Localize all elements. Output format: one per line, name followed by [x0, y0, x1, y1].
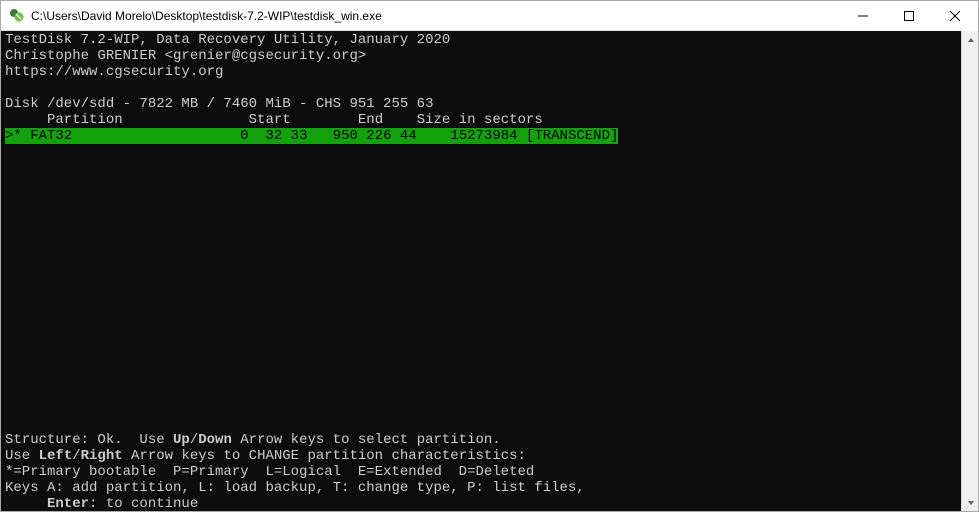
console-wrap: TestDisk 7.2-WIP, Data Recovery Utility,… [1, 31, 978, 511]
close-button[interactable] [932, 1, 978, 31]
footer-line: Use Left/Right Arrow keys to CHANGE part… [5, 448, 526, 464]
maximize-button[interactable] [886, 1, 932, 31]
footer-line: Structure: Ok. Use Up/Down Arrow keys to… [5, 432, 501, 448]
window-title: C:\Users\David Morelo\Desktop\testdisk-7… [31, 9, 840, 23]
header-line: Christophe GRENIER <grenier@cgsecurity.o… [5, 48, 366, 64]
header-line: https://www.cgsecurity.org [5, 64, 223, 80]
header-line: TestDisk 7.2-WIP, Data Recovery Utility,… [5, 32, 450, 48]
window-titlebar: C:\Users\David Morelo\Desktop\testdisk-7… [1, 1, 978, 31]
vertical-scrollbar[interactable] [961, 31, 978, 511]
console-output[interactable]: TestDisk 7.2-WIP, Data Recovery Utility,… [1, 31, 961, 511]
minimize-button[interactable] [840, 1, 886, 31]
footer-line: Enter: to continue [5, 496, 198, 511]
scroll-down-icon[interactable] [962, 494, 979, 511]
app-icon [9, 8, 25, 24]
scroll-up-icon[interactable] [962, 31, 979, 48]
table-header: Partition Start End Size in sectors [5, 112, 543, 128]
footer-line: *=Primary bootable P=Primary L=Logical E… [5, 464, 534, 480]
footer-line: Keys A: add partition, L: load backup, T… [5, 480, 585, 496]
window-controls [840, 1, 978, 30]
disk-line: Disk /dev/sdd - 7822 MB / 7460 MiB - CHS… [5, 96, 433, 112]
partition-row-selected[interactable]: >* FAT32 0 32 33 950 226 44 15273984 [TR… [5, 128, 618, 144]
